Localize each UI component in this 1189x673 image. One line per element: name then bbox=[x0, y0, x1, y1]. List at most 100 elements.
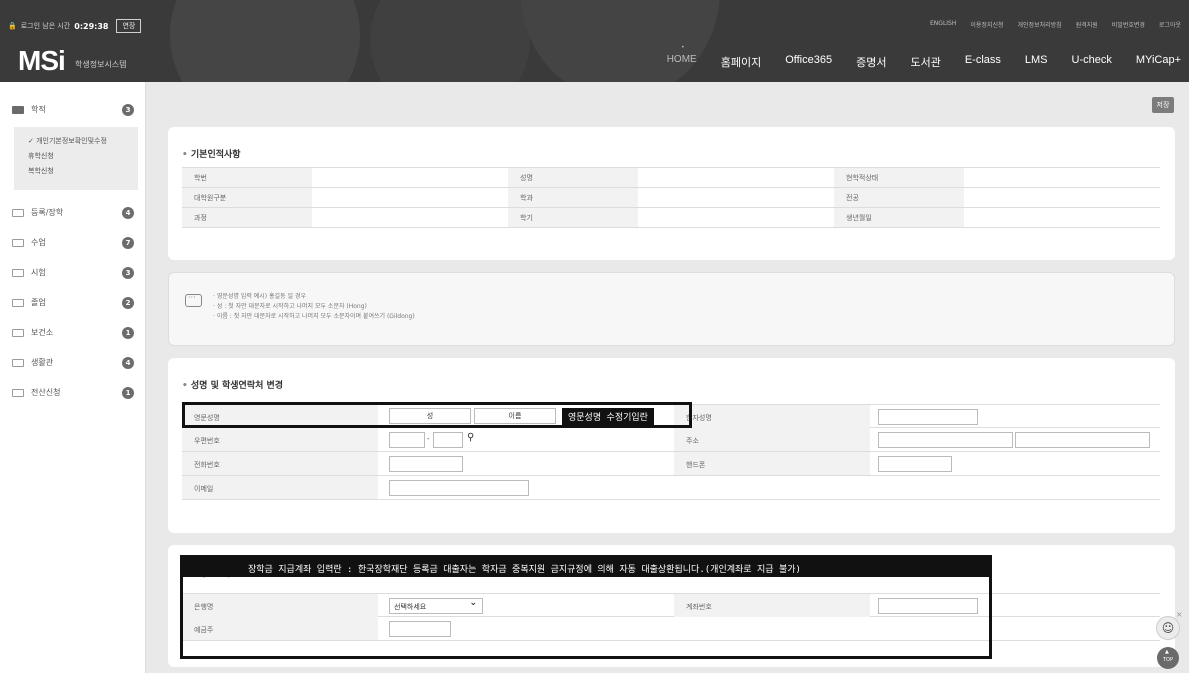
label-birthdate: 생년월일 bbox=[834, 207, 964, 228]
zip-input-2[interactable] bbox=[433, 432, 463, 448]
scroll-top-button[interactable]: TOP bbox=[1157, 639, 1179, 669]
folder-icon bbox=[12, 328, 24, 337]
submenu-leave[interactable]: 휴학신청 bbox=[28, 151, 138, 161]
email-label: 이메일 bbox=[182, 476, 378, 499]
notice-text: · 영문성명 입력 예시) 홍길동 일 경우 · 성 : 첫 자만 대문자로 시… bbox=[213, 292, 415, 322]
phone-label: 전화번호 bbox=[182, 452, 378, 475]
sidebar-item-it-request[interactable]: 전산신청 1 bbox=[12, 386, 134, 399]
link-logout[interactable]: 로그아웃 bbox=[1159, 20, 1181, 29]
sidebar-item-label: 전산신청 bbox=[31, 388, 61, 397]
sidebar-item-academic[interactable]: 학적 3 bbox=[12, 103, 134, 116]
submenu-personal-info[interactable]: 개인기본정보확인및수정 bbox=[28, 136, 138, 146]
nav-home[interactable]: HOME bbox=[655, 45, 709, 70]
sidebar-item-label: 보건소 bbox=[31, 328, 54, 337]
sidebar-item-graduation[interactable]: 졸업 2 bbox=[12, 296, 134, 309]
extend-session-button[interactable]: 연장 bbox=[116, 19, 142, 33]
nav-office365[interactable]: Office365 bbox=[773, 54, 844, 70]
contact-card: 성명 및 학생연락처 변경 영문성명 성 이름 한자성명 우편번호 - ⚲ 주소… bbox=[168, 358, 1175, 533]
header-decor bbox=[170, 0, 360, 82]
nav-myicap[interactable]: MYiCap+ bbox=[1124, 54, 1181, 70]
address-input-1[interactable] bbox=[878, 432, 1013, 448]
notice-line: · 이름 : 첫 자만 대문자로 시작하고 나머지 모두 소문자이며 붙여쓰기 … bbox=[213, 313, 415, 320]
label-semester: 학기 bbox=[508, 207, 638, 228]
submenu-return[interactable]: 복학신청 bbox=[28, 166, 138, 176]
folder-open-icon bbox=[12, 105, 24, 114]
sidebar-item-label: 생활관 bbox=[31, 358, 54, 367]
address-input-2[interactable] bbox=[1015, 432, 1150, 448]
notice-line: · 영문성명 입력 예시) 홍길동 일 경우 bbox=[213, 293, 306, 300]
link-remote[interactable]: 원격지원 bbox=[1076, 20, 1098, 29]
value-cell bbox=[638, 167, 834, 188]
sidebar-item-registration[interactable]: 등록/장학 4 bbox=[12, 206, 134, 219]
notice-line: · 성 : 첫 자만 대문자로 시작하고 나머지 모두 소문자 (Hong) bbox=[213, 303, 367, 310]
link-privacy[interactable]: 개인정보처리방침 bbox=[1018, 20, 1062, 29]
sidebar-item-health[interactable]: 보건소 1 bbox=[12, 326, 134, 339]
save-button[interactable]: 저장 bbox=[1152, 97, 1174, 113]
value-cell bbox=[964, 207, 1160, 228]
count-badge: 4 bbox=[122, 356, 134, 369]
count-badge: 1 bbox=[122, 326, 134, 339]
address-label: 주소 bbox=[674, 428, 870, 451]
link-suspend[interactable]: 이용정지신청 bbox=[970, 20, 1003, 29]
count-badge: 2 bbox=[122, 296, 134, 309]
sidebar-item-label: 등록/장학 bbox=[31, 208, 64, 217]
sidebar-item-label: 학적 bbox=[31, 105, 46, 114]
email-input[interactable] bbox=[389, 480, 529, 496]
zip-dash: - bbox=[427, 435, 430, 443]
value-cell bbox=[312, 167, 508, 188]
account-card: 학생계좌정보 은행명 선택하세요 계좌번호 예금주 장학금 지급계좌 입력란 :… bbox=[168, 545, 1175, 667]
close-icon[interactable]: × bbox=[1176, 610, 1183, 619]
session-timer: 0:29:38 bbox=[74, 21, 109, 31]
sidebar-item-label: 시험 bbox=[31, 268, 46, 277]
english-name-note: 영문성명 수정기입란 bbox=[562, 408, 654, 425]
sidebar-item-classes[interactable]: 수업 7 bbox=[12, 236, 134, 249]
label-program: 과정 bbox=[182, 207, 312, 228]
nav-eclass[interactable]: E-class bbox=[953, 54, 1013, 70]
hanja-name-input[interactable] bbox=[878, 409, 978, 425]
label-major: 전공 bbox=[834, 187, 964, 208]
basic-info-table: 학번 성명 현학적상태 대학원구분 학과 전공 과정 학기 생년월일 bbox=[182, 167, 1160, 228]
label-status: 현학적상태 bbox=[834, 167, 964, 188]
phone-row: 전화번호 핸드폰 bbox=[182, 452, 1160, 476]
link-english[interactable]: ENGLISH bbox=[930, 20, 956, 29]
contact-title: 성명 및 학생연락처 변경 bbox=[182, 378, 283, 391]
value-cell bbox=[638, 207, 834, 228]
link-password[interactable]: 비밀번호변경 bbox=[1112, 20, 1145, 29]
folder-icon bbox=[12, 358, 24, 367]
account-note: 장학금 지급계좌 입력란 : 한국장학재단 등록금 대출자는 학자금 중복지원 … bbox=[248, 565, 801, 575]
email-row: 이메일 bbox=[182, 476, 1160, 500]
nav-library[interactable]: 도서관 bbox=[898, 54, 952, 70]
count-badge: 3 bbox=[122, 103, 134, 116]
sidebar-item-label: 졸업 bbox=[31, 298, 46, 307]
nav-lms[interactable]: LMS bbox=[1013, 54, 1060, 70]
value-cell bbox=[638, 187, 834, 208]
zip-input-1[interactable] bbox=[389, 432, 425, 448]
nav-ucheck[interactable]: U-check bbox=[1060, 54, 1124, 70]
sidebar-item-exams[interactable]: 시험 3 bbox=[12, 266, 134, 279]
logo-subtitle: 학생정보시스템 bbox=[75, 60, 127, 69]
basic-info-card: 기본인적사항 학번 성명 현학적상태 대학원구분 학과 전공 과정 학기 생년월… bbox=[168, 127, 1175, 260]
value-cell bbox=[964, 167, 1160, 188]
logo[interactable]: MSi bbox=[18, 45, 66, 77]
basic-info-title: 기본인적사항 bbox=[182, 147, 241, 160]
nav-certificate[interactable]: 증명서 bbox=[844, 54, 898, 70]
label-department: 학과 bbox=[508, 187, 638, 208]
lock-icon: 🔒 bbox=[8, 22, 17, 30]
table-row: 학번 성명 현학적상태 bbox=[182, 167, 1160, 188]
nav-homepage[interactable]: 홈페이지 bbox=[709, 54, 773, 70]
address-row: 우편번호 - ⚲ 주소 bbox=[182, 428, 1160, 452]
folder-icon bbox=[12, 238, 24, 247]
session-label: 로그인 남은 시간 bbox=[20, 22, 71, 30]
value-cell bbox=[312, 187, 508, 208]
folder-icon bbox=[12, 388, 24, 397]
folder-icon bbox=[12, 298, 24, 307]
search-icon[interactable]: ⚲ bbox=[467, 432, 474, 443]
notice-card: · 영문성명 입력 예시) 홍길동 일 경우 · 성 : 첫 자만 대문자로 시… bbox=[168, 272, 1175, 346]
phone-input[interactable] bbox=[389, 456, 463, 472]
sidebar-item-dormitory[interactable]: 생활관 4 bbox=[12, 356, 134, 369]
sidebar-submenu: 개인기본정보확인및수정 휴학신청 복학신청 bbox=[14, 127, 138, 190]
chatbot-avatar-icon[interactable]: ☺ bbox=[1156, 616, 1180, 640]
mobile-input[interactable] bbox=[878, 456, 952, 472]
label-student-id: 학번 bbox=[182, 167, 312, 188]
hanja-name-label: 한자성명 bbox=[674, 405, 870, 428]
